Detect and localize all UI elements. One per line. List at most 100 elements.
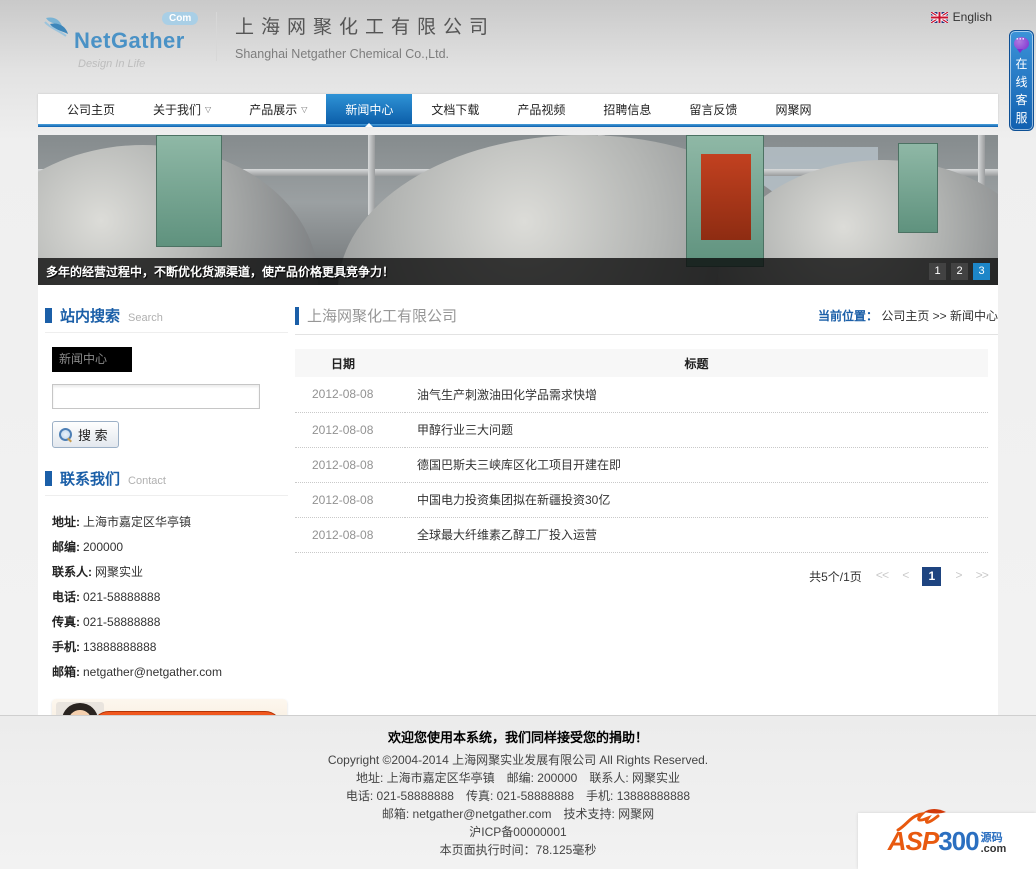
slider-page-3[interactable]: 3	[973, 263, 990, 280]
logo-com-bubble: Com	[162, 12, 198, 25]
contact-item-value: 上海市嘉定区华亭镇	[83, 515, 191, 529]
nav-item-label: 留言反馈	[689, 101, 737, 118]
search-category-select[interactable]: 新闻中心	[52, 347, 132, 372]
contact-item-value: 021-58888888	[83, 615, 160, 629]
table-row: 2012-08-08德国巴斯夫三峡库区化工项目开建在即	[295, 447, 988, 482]
company-name-en: Shanghai Netgather Chemical Co.,Ltd.	[235, 47, 495, 61]
nav-item-label: 网聚网	[775, 101, 811, 118]
hero-slider: 多年的经营过程中，不断优化货源渠道，使产品价格更具竞争力！ 123	[38, 135, 998, 285]
pagination-current-page[interactable]: 1	[922, 567, 941, 586]
footer-line: Copyright ©2004-2014 上海网聚实业发展有限公司 All Ri…	[0, 751, 1036, 769]
nav-item-label: 招聘信息	[603, 101, 651, 118]
banner-art	[701, 154, 751, 240]
nav-item-about[interactable]: 关于我们 ▽	[134, 94, 230, 124]
slider-page-2[interactable]: 2	[951, 263, 968, 280]
nav-item-netgather[interactable]: 网聚网	[756, 94, 830, 124]
footer-line: 电话: 021-58888888 传真: 021-58888888 手机: 13…	[0, 787, 1036, 805]
slider-page-1[interactable]: 1	[929, 263, 946, 280]
nav-item-label: 文档下载	[431, 101, 479, 118]
site-search-heading: 站内搜索 Search	[45, 305, 288, 333]
contact-item-label: 传真:	[52, 615, 80, 629]
news-table-header-row: 日期 标题	[295, 349, 988, 377]
page: NetGather Com Design In Life 上海网聚化工有限公司 …	[0, 0, 1036, 869]
contact-item-label: 邮编:	[52, 540, 80, 554]
pagination: 共5个/1页 << < 1 > >>	[295, 567, 988, 586]
chevron-down-icon: ▽	[205, 105, 211, 114]
online-service-label: 在线客服	[1015, 55, 1029, 127]
contact-item-value: netgather@netgather.com	[83, 665, 222, 679]
company-name-block: 上海网聚化工有限公司 Shanghai Netgather Chemical C…	[216, 12, 495, 61]
main-titlebar: 上海网聚化工有限公司 当前位置： 公司主页 >> 新闻中心	[295, 305, 998, 335]
contact-item-label: 地址:	[52, 515, 80, 529]
nav-item-label: 新闻中心	[345, 101, 393, 118]
pagination-summary: 共5个/1页	[809, 568, 862, 585]
nav-item-home[interactable]: 公司主页	[48, 94, 134, 124]
contact-item: 传真:021-58888888	[52, 610, 288, 635]
news-title-link[interactable]: 全球最大纤维素乙醇工厂投入运营	[405, 517, 988, 552]
nav-item-label: 产品展示	[249, 101, 297, 118]
table-row: 2012-08-08全球最大纤维素乙醇工厂投入运营	[295, 517, 988, 552]
nav-item-products[interactable]: 产品展示▽	[230, 94, 326, 124]
breadcrumb-path[interactable]: 公司主页 >> 新闻中心	[881, 309, 998, 323]
news-title-link[interactable]: 德国巴斯夫三峡库区化工项目开建在即	[405, 447, 988, 482]
breadcrumb-label: 当前位置：	[818, 309, 878, 323]
nav-item-label: 产品视频	[517, 101, 565, 118]
magnifier-icon	[59, 428, 72, 441]
company-name-cn: 上海网聚化工有限公司	[235, 12, 495, 39]
news-title-link[interactable]: 中国电力投资集团拟在新疆投资30亿	[405, 482, 988, 517]
logo-text: NetGather	[74, 28, 185, 54]
title-marker	[295, 307, 299, 325]
pagination-prev-button[interactable]: <	[902, 569, 908, 583]
news-title-link[interactable]: 油气生产刺激油田化学品需求快增	[405, 377, 988, 412]
site-search-subtitle: Search	[128, 312, 163, 324]
site-search-title: 站内搜索	[60, 305, 120, 326]
banner-art	[686, 135, 764, 267]
contact-subtitle: Contact	[128, 475, 166, 487]
pagination-last-button[interactable]: >>	[976, 569, 988, 583]
section-marker	[45, 471, 52, 486]
bird-logo-icon	[44, 16, 78, 49]
nav-item-downloads[interactable]: 文档下载	[412, 94, 498, 124]
nav-item-feedback[interactable]: 留言反馈	[670, 94, 756, 124]
language-switch-link[interactable]: English	[931, 10, 992, 24]
content: 站内搜索 Search 新闻中心 搜 索 联系我们 Contact 地址:上海市…	[38, 285, 998, 756]
nav-item-jobs[interactable]: 招聘信息	[584, 94, 670, 124]
main-panel: 上海网聚化工有限公司 当前位置： 公司主页 >> 新闻中心 日期 标题 2012…	[288, 285, 998, 756]
contact-item: 邮编:200000	[52, 535, 288, 560]
search-input[interactable]	[52, 384, 260, 409]
watermark-com: .com	[981, 844, 1007, 855]
column-header-date: 日期	[295, 349, 405, 377]
pagination-next-button[interactable]: >	[955, 569, 961, 583]
chat-bubble-icon	[1014, 37, 1029, 50]
nav-item-label: 关于我们	[153, 101, 201, 118]
watermark-cn: 源码	[981, 833, 1007, 844]
contact-item: 电话:021-58888888	[52, 585, 288, 610]
logo-tagline: Design In Life	[78, 58, 145, 70]
banner-art	[156, 135, 222, 247]
contact-item: 邮箱:netgather@netgather.com	[52, 660, 288, 685]
nav-underline	[38, 124, 998, 127]
footer-line: 欢迎您使用本系统，我们同样接受您的捐助！	[0, 729, 1036, 747]
banner-art	[368, 135, 375, 215]
news-date: 2012-08-08	[295, 482, 405, 517]
contact-item-value: 200000	[83, 540, 123, 554]
slider-pager: 123	[929, 263, 990, 280]
language-link-label: English	[953, 10, 992, 24]
news-title-link[interactable]: 甲醇行业三大问题	[405, 412, 988, 447]
pagination-first-button[interactable]: <<	[876, 569, 888, 583]
flame-icon	[894, 806, 954, 832]
footer-line: 地址: 上海市嘉定区华亭镇 邮编: 200000 联系人: 网聚实业	[0, 769, 1036, 787]
nav-item-videos[interactable]: 产品视频	[498, 94, 584, 124]
contact-title: 联系我们	[60, 468, 120, 489]
contact-item: 手机:13888888888	[52, 635, 288, 660]
online-service-tab[interactable]: 在线客服	[1009, 30, 1034, 131]
banner-caption-bar: 多年的经营过程中，不断优化货源渠道，使产品价格更具竞争力！ 123	[38, 258, 998, 285]
sidebar: 站内搜索 Search 新闻中心 搜 索 联系我们 Contact 地址:上海市…	[38, 285, 288, 756]
news-date: 2012-08-08	[295, 447, 405, 482]
asp300-watermark: ASP 300 源码 .com	[858, 813, 1036, 869]
section-marker	[45, 308, 52, 323]
contact-item-value: 13888888888	[83, 640, 156, 654]
nav-item-news[interactable]: 新闻中心	[326, 94, 412, 124]
news-date: 2012-08-08	[295, 517, 405, 552]
search-button[interactable]: 搜 索	[52, 421, 119, 448]
